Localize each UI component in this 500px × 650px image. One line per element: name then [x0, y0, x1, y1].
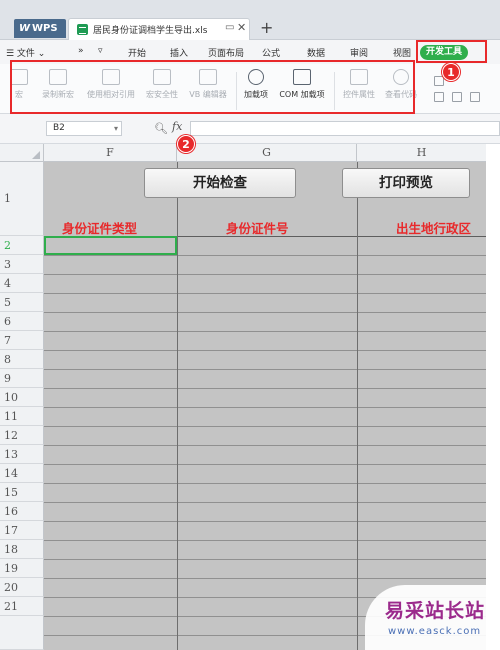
pin-icon[interactable]: ▭ [225, 22, 234, 33]
row-gridline [44, 293, 486, 294]
formula-bar: B2 ▾ 🔍︎ fx [0, 114, 500, 144]
row-header[interactable]: 9 [0, 369, 44, 388]
menu-item-insert[interactable]: 插入 [170, 46, 188, 59]
row-gridline [44, 407, 486, 408]
print-preview-button[interactable]: 打印预览 [342, 168, 470, 198]
row-gridline [44, 312, 486, 313]
close-icon[interactable]: ✕ [237, 21, 246, 34]
row-gridline [44, 426, 486, 427]
row-header[interactable]: 7 [0, 331, 44, 350]
wps-logo-icon: W [19, 23, 31, 34]
row-header[interactable]: 15 [0, 483, 44, 502]
header-id-number: 身份证件号 [226, 221, 289, 236]
row-gridline [44, 331, 486, 332]
row-gridline [44, 540, 486, 541]
column-gridline [357, 162, 358, 650]
wps-tab-label: WPS [32, 23, 58, 34]
row-gridline [44, 255, 486, 256]
row-gridline [44, 274, 486, 275]
row-header[interactable]: 14 [0, 464, 44, 483]
spreadsheet-file-icon [77, 24, 88, 35]
document-tab-name: 居民身份证调档学生导出.xls [93, 26, 208, 36]
column-header-h[interactable]: H [357, 144, 487, 162]
spreadsheet-grid: F G H 1 2 3 4 5 6 7 8 9 10 11 12 13 14 1… [0, 144, 500, 650]
step-badge-1: 1 [442, 63, 460, 81]
row-gridline [44, 502, 486, 503]
column-header-g[interactable]: G [177, 144, 357, 162]
function-icon[interactable]: fx [172, 120, 182, 133]
menu-item-view[interactable]: 视图 [393, 46, 411, 59]
row-gridline [44, 445, 486, 446]
row-header[interactable]: 5 [0, 293, 44, 312]
row-header[interactable]: 18 [0, 540, 44, 559]
header-id-type: 身份证件类型 [62, 221, 138, 236]
zoom-icon[interactable]: 🔍︎ [154, 122, 168, 135]
row-header[interactable]: 12 [0, 426, 44, 445]
row-header[interactable]: 16 [0, 502, 44, 521]
formula-input[interactable] [190, 121, 500, 136]
column-header-row: F G H [0, 144, 500, 162]
menu-item-formulas[interactable]: 公式 [262, 46, 280, 59]
header-birthplace: 出生地行政区 [396, 221, 472, 236]
row-header[interactable]: 3 [0, 255, 44, 274]
watermark-title: 易采站长站 [385, 600, 486, 622]
row-header[interactable]: 4 [0, 274, 44, 293]
row-header[interactable]: 11 [0, 407, 44, 426]
right-margin [486, 144, 500, 650]
row-header-selected[interactable]: 2 [0, 236, 44, 255]
start-check-button[interactable]: 开始检查 [144, 168, 296, 198]
row-header[interactable]: 20 [0, 578, 44, 597]
new-tab-button[interactable]: + [260, 18, 273, 37]
row-gridline [44, 578, 486, 579]
menu-item-review[interactable]: 审阅 [350, 46, 368, 59]
document-tab[interactable]: 居民身份证调档学生导出.xls ▭ ✕ [68, 18, 250, 40]
row-gridline [44, 369, 486, 370]
row-gridline [44, 483, 486, 484]
menu-item-page-layout[interactable]: 页面布局 [208, 46, 244, 59]
file-menu[interactable]: ☰ 文件 ⌄ [6, 46, 45, 59]
column-gridline [177, 162, 178, 650]
control-toolbox-icon[interactable] [434, 76, 444, 86]
menu-item-home[interactable]: 开始 [128, 46, 146, 59]
row-header[interactable]: 6 [0, 312, 44, 331]
row-gridline [44, 559, 486, 560]
chevron-down-icon[interactable]: ▾ [114, 122, 118, 135]
row-header[interactable]: 1 [0, 162, 44, 236]
row-header[interactable]: 13 [0, 445, 44, 464]
column-header-f[interactable]: F [44, 144, 177, 162]
row-gridline [44, 350, 486, 351]
more-menu-icon[interactable]: » [78, 46, 84, 56]
design-mode-icon[interactable] [434, 92, 444, 102]
developer-ribbon-highlight [10, 60, 415, 114]
title-bar: W WPS 居民身份证调档学生导出.xls ▭ ✕ + [0, 0, 500, 40]
row-header[interactable]: 17 [0, 521, 44, 540]
row-gridline [44, 388, 486, 389]
button-control-icon[interactable] [470, 92, 480, 102]
quick-access-dropdown-icon[interactable]: ▿ [98, 46, 103, 56]
wps-home-tab[interactable]: W WPS [14, 19, 66, 38]
checkbox-control-icon[interactable] [452, 92, 462, 102]
watermark-url: www.easck.com [388, 626, 482, 637]
developer-tab-highlight [416, 40, 487, 63]
menu-item-data[interactable]: 数据 [307, 46, 325, 59]
row-header[interactable]: 21 [0, 597, 44, 616]
row-gridline [44, 521, 486, 522]
selected-cell[interactable] [44, 236, 177, 255]
row-header[interactable]: 19 [0, 559, 44, 578]
row-header[interactable] [0, 616, 44, 650]
name-box-value: B2 [53, 123, 65, 133]
name-box[interactable]: B2 ▾ [46, 121, 122, 136]
row-gridline [44, 464, 486, 465]
select-all-corner[interactable] [0, 144, 44, 162]
step-badge-2: 2 [177, 135, 195, 153]
row-header[interactable]: 8 [0, 350, 44, 369]
row-header[interactable]: 10 [0, 388, 44, 407]
